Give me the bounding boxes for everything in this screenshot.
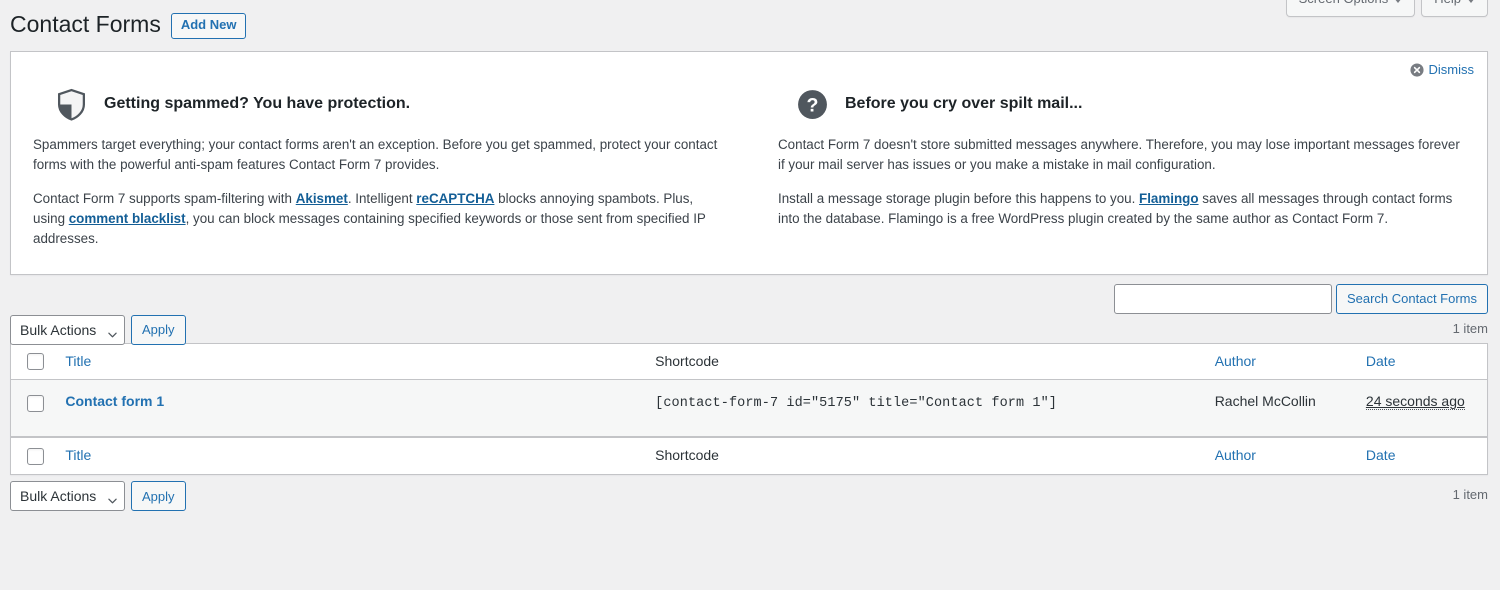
- bulk-actions-select-bottom[interactable]: Bulk Actions: [10, 481, 125, 512]
- welcome-column-spam-heading: Getting spammed? You have protection.: [104, 95, 411, 113]
- column-header-author: Author: [1204, 344, 1356, 381]
- bulk-actions-bottom: Bulk Actions Apply: [10, 481, 186, 512]
- chevron-down-icon: [1394, 0, 1403, 3]
- dismiss-label: Dismiss: [1428, 62, 1475, 77]
- welcome-column-spam-paragraph-2: Contact Form 7 supports spam-filtering w…: [33, 189, 720, 249]
- table-head: Title Shortcode Author Date: [11, 344, 1487, 381]
- displaying-num-bottom: 1 item: [1452, 487, 1488, 503]
- column-header-title: Title: [55, 344, 646, 381]
- row-select-cell: [11, 380, 56, 438]
- welcome-column-mail-paragraph-1: Contact Form 7 doesn't store submitted m…: [778, 137, 1460, 173]
- table-footer-row: Title Shortcode Author Date: [11, 437, 1487, 474]
- select-all-footer: [11, 437, 56, 474]
- search-box: Search Contact Forms: [10, 275, 1488, 314]
- akismet-link[interactable]: Akismet: [296, 191, 348, 206]
- svg-text:?: ?: [807, 95, 819, 117]
- search-contact-forms-button[interactable]: Search Contact Forms: [1335, 283, 1488, 314]
- text-fragment: Contact Form 7 supports spam-filtering w…: [33, 191, 296, 207]
- tablenav-bottom: Bulk Actions Apply 1 item: [10, 475, 1488, 519]
- row-author-cell: Rachel McCollin: [1204, 380, 1356, 438]
- shield-icon: [55, 88, 88, 121]
- column-header-shortcode: Shortcode: [645, 344, 1205, 381]
- recaptcha-link[interactable]: reCAPTCHA: [416, 191, 494, 206]
- help-tab[interactable]: Help: [1421, 0, 1488, 17]
- bulk-actions-select-wrap: Bulk Actions: [10, 314, 125, 345]
- welcome-column-spam-paragraph-1: Spammers target everything; your contact…: [33, 137, 718, 173]
- table-row: Contact form 1 [contact-form-7 id="5175"…: [11, 380, 1487, 438]
- flamingo-link[interactable]: Flamingo: [1139, 191, 1199, 206]
- row-date-cell: 24 seconds ago: [1355, 380, 1487, 438]
- row-title-link[interactable]: Contact form 1: [65, 393, 164, 409]
- sort-by-author-link-bottom[interactable]: Author: [1215, 447, 1256, 463]
- screen-meta-links: Screen Options Help: [1285, 0, 1488, 17]
- screen-options-tab[interactable]: Screen Options: [1285, 0, 1416, 17]
- sort-by-date-link-bottom[interactable]: Date: [1366, 447, 1396, 463]
- page-title: Contact Forms: [10, 10, 161, 37]
- sort-by-author-link-top[interactable]: Author: [1215, 353, 1256, 369]
- text-fragment: . Intelligent: [347, 191, 417, 207]
- dismiss-welcome-panel-button[interactable]: Dismiss: [1409, 62, 1475, 77]
- sort-by-title-link-bottom[interactable]: Title: [65, 447, 91, 463]
- bulk-actions-select-top[interactable]: Bulk Actions: [10, 314, 125, 345]
- question-mark-icon: ?: [796, 88, 829, 121]
- select-all-checkbox-top[interactable]: [27, 353, 44, 371]
- welcome-column-mail-heading: Before you cry over spilt mail...: [845, 95, 1083, 113]
- search-input[interactable]: [1113, 283, 1332, 314]
- displaying-num-top: 1 item: [1452, 320, 1488, 336]
- comment-blacklist-link[interactable]: comment blacklist: [69, 211, 186, 226]
- row-shortcode-cell: [contact-form-7 id="5175" title="Contact…: [645, 380, 1205, 438]
- row-date-text: 24 seconds ago: [1365, 393, 1465, 411]
- dismiss-circle-x-icon: [1409, 62, 1424, 77]
- row-title-cell: Contact form 1: [55, 380, 646, 438]
- row-checkbox[interactable]: [27, 395, 44, 413]
- select-all-header: [11, 344, 56, 381]
- apply-button-bottom[interactable]: Apply: [131, 481, 186, 512]
- page-header: Contact Forms Add New: [0, 0, 1500, 40]
- select-all-checkbox-bottom[interactable]: [27, 448, 44, 466]
- screen-options-label: Screen Options: [1299, 0, 1389, 9]
- bulk-actions-top: Bulk Actions Apply: [10, 314, 186, 345]
- help-label: Help: [1434, 0, 1461, 9]
- column-footer-shortcode: Shortcode: [645, 437, 1205, 474]
- bulk-actions-select-wrap-bottom: Bulk Actions: [10, 481, 125, 512]
- table-body: Contact form 1 [contact-form-7 id="5175"…: [11, 380, 1487, 438]
- table-header-row: Title Shortcode Author Date: [11, 344, 1487, 381]
- welcome-panel: Dismiss Getting spammed? You have protec…: [10, 51, 1488, 275]
- welcome-column-mail-header: ? Before you cry over spilt mail...: [778, 88, 1465, 121]
- sort-by-date-link-top[interactable]: Date: [1366, 353, 1396, 369]
- welcome-column-mail-paragraph-2: Install a message storage plugin before …: [778, 189, 1465, 229]
- text-fragment: Install a message storage plugin before …: [778, 191, 1140, 207]
- column-footer-date: Date: [1355, 437, 1487, 474]
- table-foot: Title Shortcode Author Date: [11, 437, 1487, 474]
- add-new-button[interactable]: Add New: [170, 13, 247, 39]
- contact-forms-table: Title Shortcode Author Date Contact form…: [10, 342, 1488, 476]
- column-footer-author: Author: [1204, 437, 1356, 474]
- welcome-panel-columns: Getting spammed? You have protection. Sp…: [33, 72, 1465, 250]
- column-header-date: Date: [1355, 344, 1487, 381]
- sort-by-title-link-top[interactable]: Title: [65, 353, 91, 369]
- apply-button-top[interactable]: Apply: [131, 314, 186, 345]
- welcome-column-mail: ? Before you cry over spilt mail... Cont…: [778, 72, 1465, 250]
- welcome-column-spam: Getting spammed? You have protection. Sp…: [33, 72, 750, 250]
- row-shortcode-text[interactable]: [contact-form-7 id="5175" title="Contact…: [655, 396, 1057, 411]
- tablenav-top: Search Contact Forms Bulk Actions Apply …: [10, 275, 1488, 345]
- chevron-down-icon: [1467, 0, 1475, 3]
- column-footer-title: Title: [55, 437, 646, 474]
- welcome-column-spam-header: Getting spammed? You have protection.: [33, 88, 720, 121]
